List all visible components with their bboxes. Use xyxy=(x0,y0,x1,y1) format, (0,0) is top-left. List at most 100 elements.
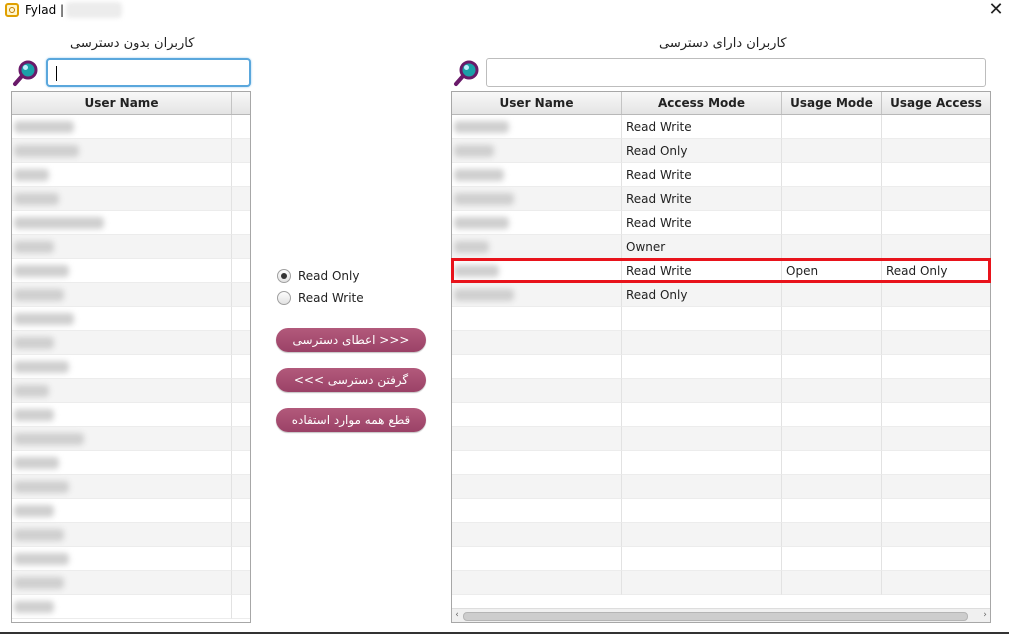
table-row[interactable]: Read Write xyxy=(452,211,990,235)
cell-usage-access[interactable] xyxy=(882,187,990,211)
cell-user[interactable] xyxy=(452,571,622,595)
cell-user[interactable] xyxy=(452,523,622,547)
table-row[interactable] xyxy=(12,355,250,379)
cell-access-mode[interactable]: Owner xyxy=(622,235,782,259)
table-row[interactable] xyxy=(12,283,250,307)
cell-access-mode[interactable] xyxy=(622,331,782,355)
cell-user-name[interactable] xyxy=(12,307,232,331)
table-row[interactable] xyxy=(12,547,250,571)
table-row[interactable] xyxy=(12,163,250,187)
table-row[interactable] xyxy=(452,571,990,595)
cell-user-name[interactable] xyxy=(12,187,232,211)
revoke-access-button[interactable]: گرفتن دسترسی >>> xyxy=(276,368,426,392)
cell-user[interactable] xyxy=(452,547,622,571)
cell-user[interactable] xyxy=(452,475,622,499)
cell-usage-access[interactable] xyxy=(882,427,990,451)
cell-user[interactable] xyxy=(452,355,622,379)
cell-access-mode[interactable] xyxy=(622,451,782,475)
cell-access-mode[interactable] xyxy=(622,499,782,523)
table-row[interactable] xyxy=(12,115,250,139)
cell-usage-mode[interactable] xyxy=(782,211,882,235)
cell-user-name[interactable] xyxy=(12,475,232,499)
cell-user-name[interactable] xyxy=(12,403,232,427)
cell-user[interactable] xyxy=(452,283,622,307)
cell-access-mode[interactable]: Read Only xyxy=(622,139,782,163)
cell-usage-mode[interactable] xyxy=(782,163,882,187)
cell-usage-mode[interactable] xyxy=(782,379,882,403)
table-row[interactable] xyxy=(452,523,990,547)
cell-user-name[interactable] xyxy=(12,379,232,403)
cell-user[interactable] xyxy=(452,379,622,403)
table-row[interactable] xyxy=(12,475,250,499)
cell-usage-access[interactable] xyxy=(882,139,990,163)
column-header-access-mode[interactable]: Access Mode xyxy=(622,92,782,114)
table-row[interactable] xyxy=(12,187,250,211)
table-row[interactable] xyxy=(12,595,250,619)
table-row[interactable] xyxy=(12,523,250,547)
cell-usage-access[interactable] xyxy=(882,499,990,523)
cell-user[interactable] xyxy=(452,163,622,187)
cell-user-name[interactable] xyxy=(12,211,232,235)
radio-read-write-dot[interactable] xyxy=(277,291,291,305)
search-icon[interactable] xyxy=(453,59,481,87)
cell-usage-access[interactable] xyxy=(882,115,990,139)
cell-usage-mode[interactable] xyxy=(782,283,882,307)
cell-usage-mode[interactable] xyxy=(782,475,882,499)
cell-user[interactable] xyxy=(452,499,622,523)
table-row[interactable] xyxy=(12,139,250,163)
left-search-input[interactable] xyxy=(46,58,251,87)
cell-usage-mode[interactable] xyxy=(782,547,882,571)
column-header-usage-mode[interactable]: Usage Mode xyxy=(782,92,882,114)
cell-usage-access[interactable] xyxy=(882,283,990,307)
cell-usage-access[interactable] xyxy=(882,403,990,427)
table-row[interactable]: Read Only xyxy=(452,283,990,307)
table-row[interactable] xyxy=(452,307,990,331)
table-row[interactable]: Read Only xyxy=(452,139,990,163)
table-row[interactable] xyxy=(452,427,990,451)
cell-usage-mode[interactable] xyxy=(782,187,882,211)
cell-user[interactable] xyxy=(452,187,622,211)
table-row[interactable] xyxy=(12,427,250,451)
table-row[interactable] xyxy=(452,379,990,403)
cell-usage-mode[interactable] xyxy=(782,427,882,451)
cell-usage-access[interactable] xyxy=(882,235,990,259)
cell-user-name[interactable] xyxy=(12,355,232,379)
cell-access-mode[interactable] xyxy=(622,427,782,451)
table-row[interactable] xyxy=(12,451,250,475)
users-without-access-table[interactable]: User Name xyxy=(11,91,251,623)
cell-access-mode[interactable] xyxy=(622,379,782,403)
table-row[interactable] xyxy=(452,403,990,427)
cell-access-mode[interactable]: Read Write xyxy=(622,211,782,235)
cell-usage-mode[interactable] xyxy=(782,235,882,259)
cell-user[interactable] xyxy=(452,451,622,475)
cell-usage-mode[interactable] xyxy=(782,139,882,163)
grant-access-button[interactable]: <<< اعطای دسترسی xyxy=(276,328,426,352)
cell-usage-access[interactable] xyxy=(882,355,990,379)
cell-access-mode[interactable] xyxy=(622,475,782,499)
cell-access-mode[interactable]: Read Write xyxy=(622,187,782,211)
cell-usage-mode[interactable] xyxy=(782,451,882,475)
cell-access-mode[interactable] xyxy=(622,547,782,571)
table-row[interactable] xyxy=(452,451,990,475)
cell-usage-access[interactable] xyxy=(882,523,990,547)
disconnect-all-button[interactable]: قطع همه موارد استفاده xyxy=(276,408,426,432)
scroll-left-arrow-icon[interactable]: ‹ xyxy=(452,609,462,622)
table-row[interactable] xyxy=(12,571,250,595)
cell-access-mode[interactable]: Read Write xyxy=(622,115,782,139)
cell-user[interactable] xyxy=(452,403,622,427)
table-row[interactable] xyxy=(452,499,990,523)
column-header-usage-access[interactable]: Usage Access xyxy=(882,92,990,114)
cell-usage-access[interactable] xyxy=(882,331,990,355)
cell-access-mode[interactable]: Read Write xyxy=(622,163,782,187)
cell-user-name[interactable] xyxy=(12,547,232,571)
search-icon[interactable] xyxy=(12,59,40,87)
table-row[interactable] xyxy=(12,379,250,403)
cell-user-name[interactable] xyxy=(12,259,232,283)
table-row[interactable] xyxy=(12,331,250,355)
cell-access-mode[interactable] xyxy=(622,571,782,595)
cell-user-name[interactable] xyxy=(12,331,232,355)
table-row[interactable]: Read Write xyxy=(452,187,990,211)
cell-user-name[interactable] xyxy=(12,523,232,547)
cell-usage-mode[interactable] xyxy=(782,499,882,523)
cell-usage-mode[interactable] xyxy=(782,403,882,427)
